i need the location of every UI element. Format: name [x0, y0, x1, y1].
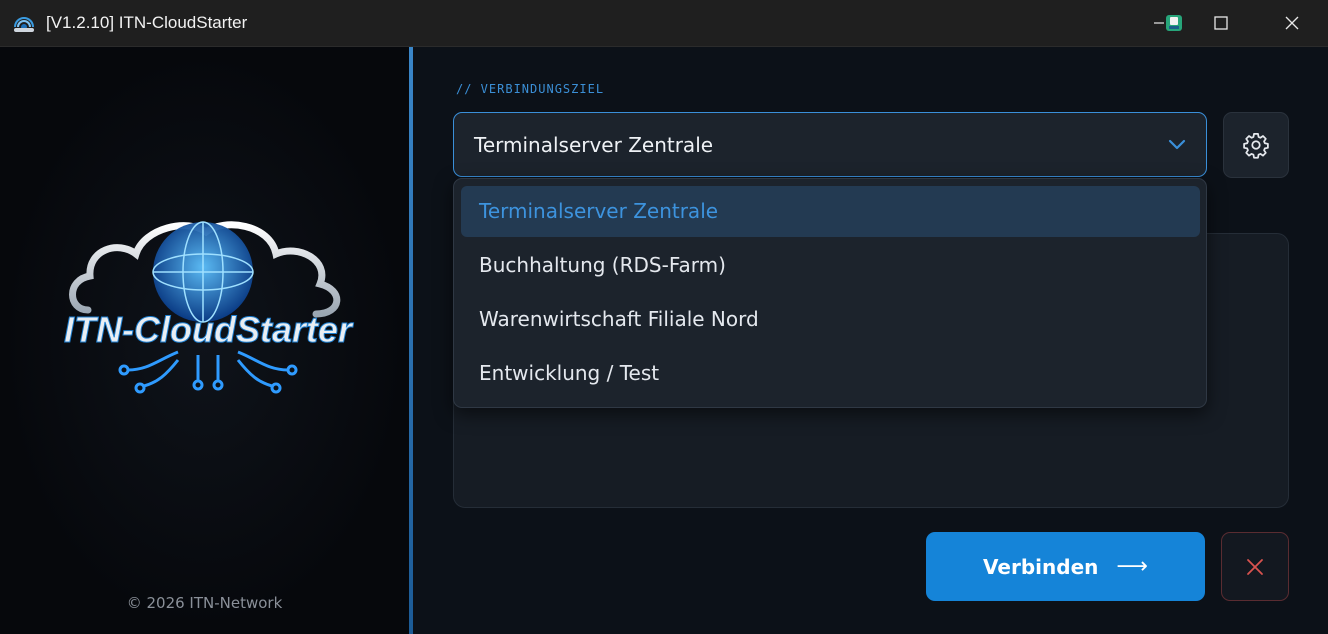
app-icon	[14, 17, 34, 32]
connection-dropdown-list: Terminalserver Zentrale Buchhaltung (RDS…	[453, 178, 1207, 408]
connect-button[interactable]: Verbinden ⟶	[926, 532, 1205, 601]
close-icon	[1285, 16, 1299, 30]
chevron-down-icon	[1168, 139, 1186, 150]
gear-icon	[1243, 133, 1269, 159]
maximize-icon	[1214, 16, 1228, 30]
maximize-button[interactable]	[1197, 0, 1245, 46]
title-bar: [V1.2.10] ITN-CloudStarter	[0, 0, 1328, 47]
settings-button[interactable]	[1223, 112, 1289, 178]
tray-icon	[1166, 15, 1182, 31]
close-icon	[1247, 558, 1263, 575]
copyright-text: © 2026 ITN-Network	[126, 594, 283, 612]
dropdown-option[interactable]: Warenwirtschaft Filiale Nord	[461, 294, 1200, 345]
tray-button[interactable]	[1160, 0, 1188, 46]
close-window-button[interactable]	[1268, 0, 1316, 46]
select-value: Terminalserver Zentrale	[474, 133, 714, 157]
cancel-button[interactable]	[1221, 532, 1289, 601]
dropdown-option[interactable]: Buchhaltung (RDS-Farm)	[461, 240, 1200, 291]
logo-text: ITN-CloudStarter	[64, 309, 354, 350]
dropdown-option[interactable]: Entwicklung / Test	[461, 348, 1200, 399]
cloudstarter-logo: ITN-CloudStarter	[64, 221, 354, 394]
window-title: [V1.2.10] ITN-CloudStarter	[46, 13, 248, 32]
arrow-right-icon: ⟶	[1116, 554, 1148, 579]
section-label: // VERBINDUNGSZIEL	[456, 82, 605, 96]
connection-select[interactable]: Terminalserver Zentrale	[453, 112, 1207, 177]
connect-label: Verbinden	[983, 554, 1099, 579]
dropdown-option[interactable]: Terminalserver Zentrale	[461, 186, 1200, 237]
